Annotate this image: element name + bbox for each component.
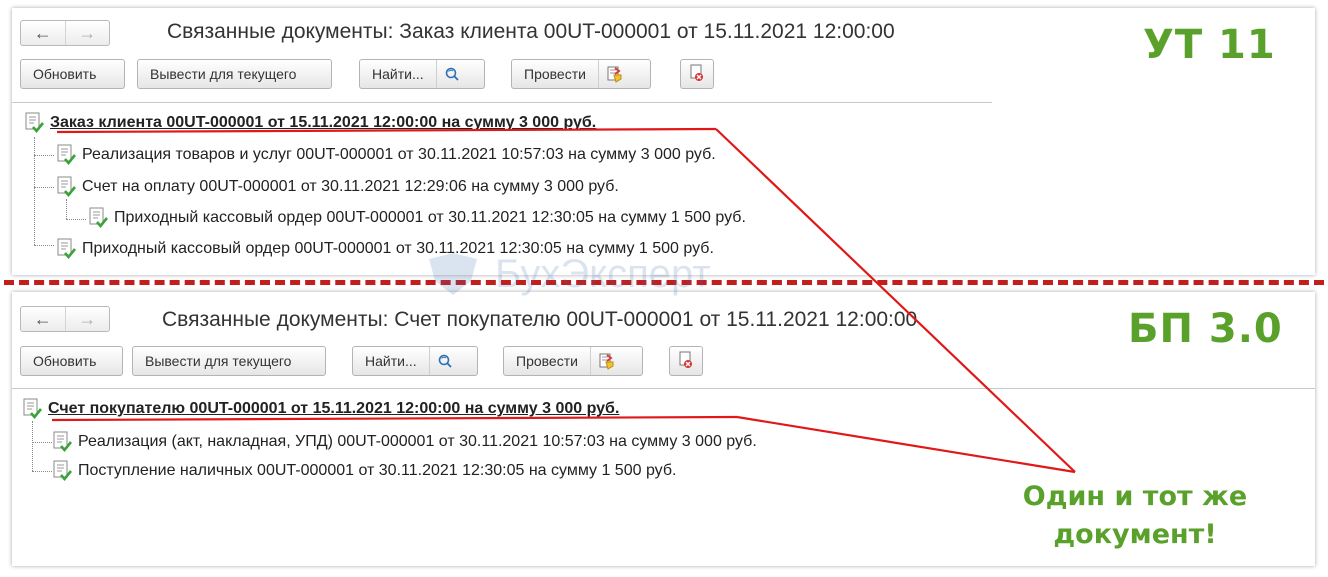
delete-button[interactable] [680, 59, 714, 89]
panel-ut11: ← → Связанные документы: Заказ клиента 0… [12, 8, 1315, 275]
document-posted-icon [57, 238, 76, 260]
delete-mark-icon [678, 351, 694, 372]
tree-item[interactable]: Поступление наличных 00UT-000001 от 30.1… [52, 459, 676, 483]
show-current-button[interactable]: Вывести для текущего [132, 346, 326, 376]
tree-root-item[interactable]: Заказ клиента 00UT-000001 от 15.11.2021 … [24, 111, 596, 135]
document-posted-icon [53, 460, 72, 482]
note-line-1: Один и тот же [1022, 481, 1248, 512]
post-button[interactable]: Провести [511, 59, 651, 89]
forward-button[interactable]: → [64, 307, 110, 331]
tree-item[interactable]: Счет на оплату 00UT-000001 от 30.11.2021… [56, 175, 619, 199]
tree-item-label: Приходный кассовый ордер 00UT-000001 от … [114, 209, 746, 226]
arrow-right-icon: → [78, 22, 97, 43]
post-document-icon[interactable] [589, 347, 622, 375]
post-document-icon[interactable] [597, 60, 630, 88]
find-label: Найти... [372, 66, 424, 82]
refresh-button[interactable]: Обновить [20, 59, 125, 89]
tree-item-label: Поступление наличных 00UT-000001 от 30.1… [78, 462, 677, 479]
document-posted-icon [53, 431, 72, 453]
tree-item[interactable]: Приходный кассовый ордер 00UT-000001 от … [56, 237, 714, 261]
same-document-note: Один и тот же документ! [985, 478, 1285, 554]
search-refresh-icon[interactable] [428, 347, 461, 375]
document-posted-icon [25, 112, 44, 134]
back-button[interactable]: ← [21, 21, 65, 45]
window-title: Связанные документы: Заказ клиента 00UT-… [167, 20, 895, 43]
tree-root-label: Заказ клиента 00UT-000001 от 15.11.2021 … [50, 114, 597, 131]
ut11-badge: УТ 11 [1143, 22, 1276, 68]
search-refresh-icon[interactable] [435, 60, 468, 88]
document-posted-icon [89, 207, 108, 229]
post-label: Провести [524, 66, 586, 82]
find-label: Найти... [365, 353, 417, 369]
delete-mark-icon [689, 64, 705, 85]
nav-group: ← → [20, 20, 110, 46]
documents-tree: Заказ клиента 00UT-000001 от 15.11.2021 … [12, 102, 992, 275]
post-button[interactable]: Провести [503, 346, 643, 376]
tree-item-label: Счет на оплату 00UT-000001 от 30.11.2021… [82, 178, 619, 195]
section-divider [4, 280, 1324, 285]
document-posted-icon [23, 398, 42, 420]
tree-root-item[interactable]: Счет покупателю 00UT-000001 от 15.11.202… [22, 397, 619, 421]
nav-group: ← → [20, 306, 110, 332]
forward-button[interactable]: → [64, 21, 110, 45]
tree-item[interactable]: Приходный кассовый ордер 00UT-000001 от … [88, 206, 746, 230]
arrow-left-icon: ← [33, 308, 52, 329]
find-button[interactable]: Найти... [359, 59, 485, 89]
post-label: Провести [516, 353, 578, 369]
bp30-badge: БП 3.0 [1128, 306, 1283, 352]
tree-item[interactable]: Реализация товаров и услуг 00UT-000001 о… [56, 143, 716, 167]
tree-item[interactable]: Реализация (акт, накладная, УПД) 00UT-00… [52, 430, 757, 454]
arrow-right-icon: → [78, 308, 97, 329]
show-current-button[interactable]: Вывести для текущего [137, 59, 332, 89]
refresh-button[interactable]: Обновить [20, 346, 123, 376]
find-button[interactable]: Найти... [352, 346, 478, 376]
arrow-left-icon: ← [33, 22, 52, 43]
tree-item-label: Реализация товаров и услуг 00UT-000001 о… [82, 146, 716, 163]
delete-button[interactable] [669, 346, 703, 376]
window-title: Связанные документы: Счет покупателю 00U… [162, 308, 918, 331]
tree-item-label: Приходный кассовый ордер 00UT-000001 от … [82, 240, 714, 257]
note-line-2: документ! [1053, 519, 1217, 550]
back-button[interactable]: ← [21, 307, 65, 331]
document-posted-icon [57, 144, 76, 166]
tree-root-label: Счет покупателю 00UT-000001 от 15.11.202… [48, 400, 620, 417]
tree-item-label: Реализация (акт, накладная, УПД) 00UT-00… [78, 433, 757, 450]
document-posted-icon [57, 176, 76, 198]
